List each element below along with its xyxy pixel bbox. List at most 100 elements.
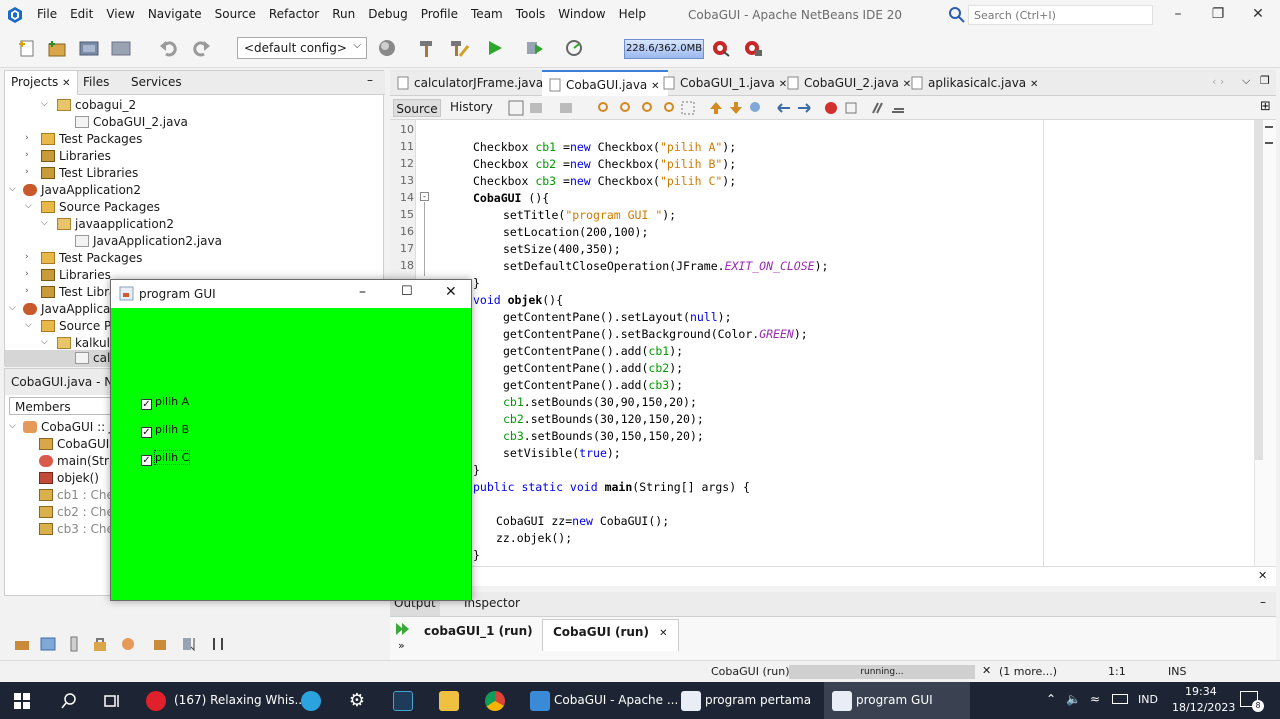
- shift-right-icon[interactable]: [796, 100, 812, 116]
- menu-navigate[interactable]: Navigate: [148, 7, 202, 21]
- tree-node[interactable]: Source Pa: [41, 319, 118, 333]
- tree-node[interactable]: JavaApplication2: [23, 183, 141, 197]
- tab-inspector[interactable]: Inspector: [464, 596, 520, 610]
- rerun-icon[interactable]: [394, 621, 410, 637]
- taskbar-item-netbeans[interactable]: CobaGUI - Apache ...: [522, 682, 678, 719]
- cancel-task-icon[interactable]: ✕: [982, 664, 991, 677]
- wifi-icon[interactable]: ≈: [1090, 692, 1100, 706]
- gui-titlebar[interactable]: program GUI – ☐ ✕: [111, 280, 471, 308]
- chevron-down-icon[interactable]: ⌵: [41, 218, 48, 228]
- battery-icon[interactable]: [1112, 694, 1128, 704]
- tab-projects[interactable]: Projects ✕: [5, 71, 78, 95]
- clock-date[interactable]: 18/12/2023: [1172, 701, 1235, 714]
- tree-node[interactable]: Libraries: [41, 149, 111, 163]
- nav-item[interactable]: CobaGUI :: JF: [23, 420, 119, 434]
- debug-icon[interactable]: [524, 38, 546, 58]
- globe-icon[interactable]: [376, 38, 398, 58]
- split-editor-icon[interactable]: ⊞: [1260, 99, 1271, 114]
- filter-icon[interactable]: [14, 636, 30, 652]
- menu-run[interactable]: Run: [332, 7, 355, 21]
- minimize-panel-icon[interactable]: –: [1260, 595, 1266, 609]
- close-button[interactable]: ✕: [1250, 6, 1266, 22]
- tab-cobagui-run[interactable]: CobaGUI (run) ✕: [542, 619, 679, 651]
- checkbox-pilih-c[interactable]: ✓ pilih C: [141, 450, 191, 466]
- minimize-panel-icon[interactable]: –: [367, 73, 373, 87]
- menu-refactor[interactable]: Refactor: [269, 7, 319, 21]
- gc-icon[interactable]: [710, 38, 732, 58]
- tab-cobagui-2[interactable]: CobaGUI_2.java ✕: [780, 70, 919, 96]
- close-icon[interactable]: ✕: [1258, 569, 1267, 582]
- next-bookmark-icon[interactable]: [728, 100, 744, 116]
- toggle-rect-selection-icon[interactable]: [680, 100, 696, 116]
- tree-node[interactable]: Test Packages: [41, 251, 142, 265]
- tree-node[interactable]: Test Packages: [41, 132, 142, 146]
- undo-icon[interactable]: [158, 38, 180, 58]
- tree-node[interactable]: JavaApplication2.java: [75, 234, 222, 248]
- tab-cobagui-1-run[interactable]: cobaGUI_1 (run) ✕: [424, 624, 551, 638]
- tree-node[interactable]: Test Libraries: [41, 166, 138, 180]
- taskbar-item-program-pertama[interactable]: program pertama: [673, 682, 819, 719]
- tree-node[interactable]: kalkula: [57, 336, 117, 350]
- tree-node[interactable]: cobagui_2: [57, 98, 136, 112]
- menu-source[interactable]: Source: [215, 7, 256, 21]
- editor-scrollbar[interactable]: [1255, 120, 1263, 460]
- chevron-down-icon[interactable]: ⌵: [1242, 74, 1250, 88]
- menu-team[interactable]: Team: [471, 7, 503, 21]
- tab-cobagui-1[interactable]: CobaGUI_1.java ✕: [656, 70, 795, 96]
- checkbox-pilih-a[interactable]: ✓ pilih A: [141, 395, 189, 410]
- tab-scroll-arrows-icon[interactable]: ‹ ›: [1212, 75, 1224, 88]
- search-icon[interactable]: [948, 6, 966, 24]
- nav-item[interactable]: objek(): [39, 471, 99, 485]
- task-view-icon[interactable]: [103, 692, 121, 710]
- checkbox-pilih-b[interactable]: ✓ pilih B: [141, 423, 189, 438]
- taskbar-item-telegram[interactable]: [296, 682, 326, 719]
- gui-maximize-button[interactable]: ☐: [401, 284, 413, 299]
- tab-aplikasicalc[interactable]: aplikasicalc.java ✕: [904, 70, 1046, 96]
- tab-calculatorjframe[interactable]: calculatorJFrame.java ✕: [390, 70, 563, 96]
- search-icon[interactable]: [60, 692, 78, 710]
- chevron-down-icon[interactable]: ⌵: [9, 421, 16, 431]
- language-indicator[interactable]: IND: [1138, 693, 1158, 706]
- menu-view[interactable]: View: [106, 7, 134, 21]
- tree-node[interactable]: Libraries: [41, 268, 111, 282]
- config-select[interactable]: <default config> ⌵: [237, 37, 367, 59]
- source-button[interactable]: Source: [393, 99, 441, 117]
- shift-left-icon[interactable]: [776, 100, 792, 116]
- close-icon[interactable]: ✕: [62, 78, 70, 89]
- profiler-snapshot-icon[interactable]: [742, 38, 764, 58]
- filter-fields-icon[interactable]: [40, 636, 56, 652]
- tree-node[interactable]: CobaGUI_2.java: [75, 115, 188, 129]
- chevron-right-icon[interactable]: ›: [25, 150, 29, 160]
- chevron-right-icon[interactable]: ›: [25, 167, 29, 177]
- chevron-up-icon[interactable]: ⌃: [1046, 692, 1056, 706]
- toggle-bookmark-icon[interactable]: [748, 100, 764, 116]
- uncomment-icon[interactable]: [890, 100, 906, 116]
- chevron-right-icon[interactable]: ›: [25, 133, 29, 143]
- run-icon[interactable]: [484, 38, 506, 58]
- new-project-icon[interactable]: [46, 38, 68, 58]
- taskbar-item-settings[interactable]: ⚙: [342, 682, 372, 719]
- clean-build-icon[interactable]: [448, 38, 470, 58]
- chevron-down-icon[interactable]: ⌵: [41, 337, 48, 347]
- sort-by-source-icon[interactable]: [210, 636, 226, 652]
- clock-time[interactable]: 19:34: [1185, 685, 1217, 698]
- volume-icon[interactable]: 🔈: [1066, 692, 1081, 706]
- chevron-down-icon[interactable]: ⌵: [25, 320, 32, 330]
- menu-file[interactable]: File: [37, 7, 57, 21]
- gui-minimize-button[interactable]: –: [359, 284, 366, 300]
- taskbar-item-app[interactable]: [388, 682, 418, 719]
- last-edit-icon[interactable]: [508, 100, 524, 116]
- chevron-down-icon[interactable]: ⌵: [9, 184, 16, 194]
- memory-indicator[interactable]: 228.6/362.0MB: [624, 39, 704, 59]
- taskbar-item-explorer[interactable]: [434, 682, 464, 719]
- find-selection-icon[interactable]: [596, 100, 612, 116]
- maximize-button[interactable]: ❐: [1210, 6, 1226, 22]
- taskbar-item-chrome[interactable]: [480, 682, 510, 719]
- fold-minus-icon[interactable]: -: [420, 192, 429, 201]
- more-tabs-icon[interactable]: »: [398, 639, 405, 652]
- tree-node[interactable]: javaapplication2: [57, 217, 174, 231]
- menu-window[interactable]: Window: [558, 7, 605, 21]
- filter-inherited-icon[interactable]: [120, 636, 136, 652]
- previous-bookmark-icon[interactable]: [708, 100, 724, 116]
- find-previous-icon[interactable]: [618, 100, 634, 116]
